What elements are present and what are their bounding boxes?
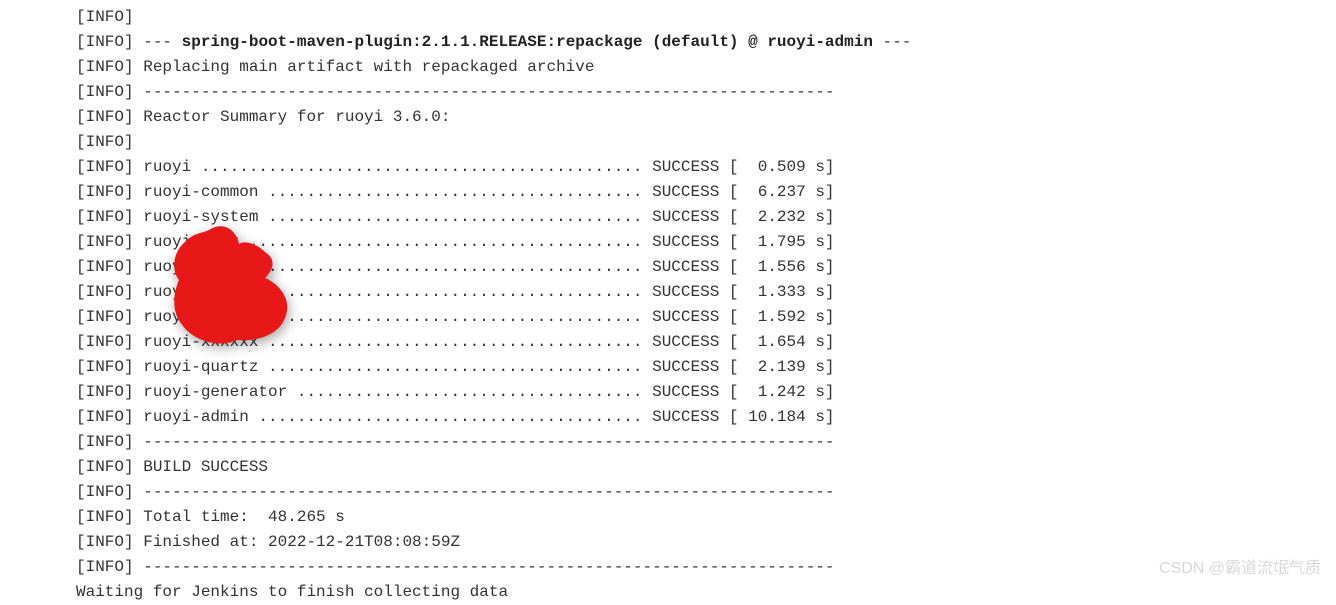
console-line: [INFO] Finished at: 2022-12-21T08:08:59Z [76,530,1336,555]
build-console-output: [INFO][INFO] --- spring-boot-maven-plugi… [0,0,1336,605]
console-line: [INFO] ruoyi ...........................… [76,155,1336,180]
console-line: [INFO] ruoyi-xxxxx .....................… [76,255,1336,280]
console-line: [INFO] ruoyi-xxxxxxx ...................… [76,305,1336,330]
console-line: [INFO] [76,5,1336,30]
console-line: [INFO] [76,130,1336,155]
console-line: [INFO] Replacing main artifact with repa… [76,55,1336,80]
maven-plugin-header: spring-boot-maven-plugin:2.1.1.RELEASE:r… [182,33,873,51]
console-line: [INFO] Total time: 48.265 s [76,505,1336,530]
console-line: [INFO] ruoyi-system ....................… [76,205,1336,230]
console-line: [INFO] ---------------------------------… [76,555,1336,580]
console-line: [INFO] ---------------------------------… [76,80,1336,105]
console-line: [INFO] ruoyi-admin .....................… [76,405,1336,430]
watermark: CSDN @霸道流氓气质 [1159,556,1321,581]
console-line: [INFO] ruoyi-xxxxxx ....................… [76,280,1336,305]
console-line: [INFO] ruoyi-xxxx ......................… [76,230,1336,255]
console-line: [INFO] ruoyi-generator .................… [76,380,1336,405]
console-line: [INFO] ruoyi-xxxxxx ....................… [76,330,1336,355]
console-line: [INFO] ---------------------------------… [76,430,1336,455]
console-line: [INFO] --- spring-boot-maven-plugin:2.1.… [76,30,1336,55]
console-line: [INFO] ---------------------------------… [76,480,1336,505]
console-line: [INFO] BUILD SUCCESS [76,455,1336,480]
console-line: [INFO] ruoyi-quartz ....................… [76,355,1336,380]
console-line: [INFO] ruoyi-common ....................… [76,180,1336,205]
console-line: [INFO] Reactor Summary for ruoyi 3.6.0: [76,105,1336,130]
console-line: Waiting for Jenkins to finish collecting… [76,580,1336,605]
